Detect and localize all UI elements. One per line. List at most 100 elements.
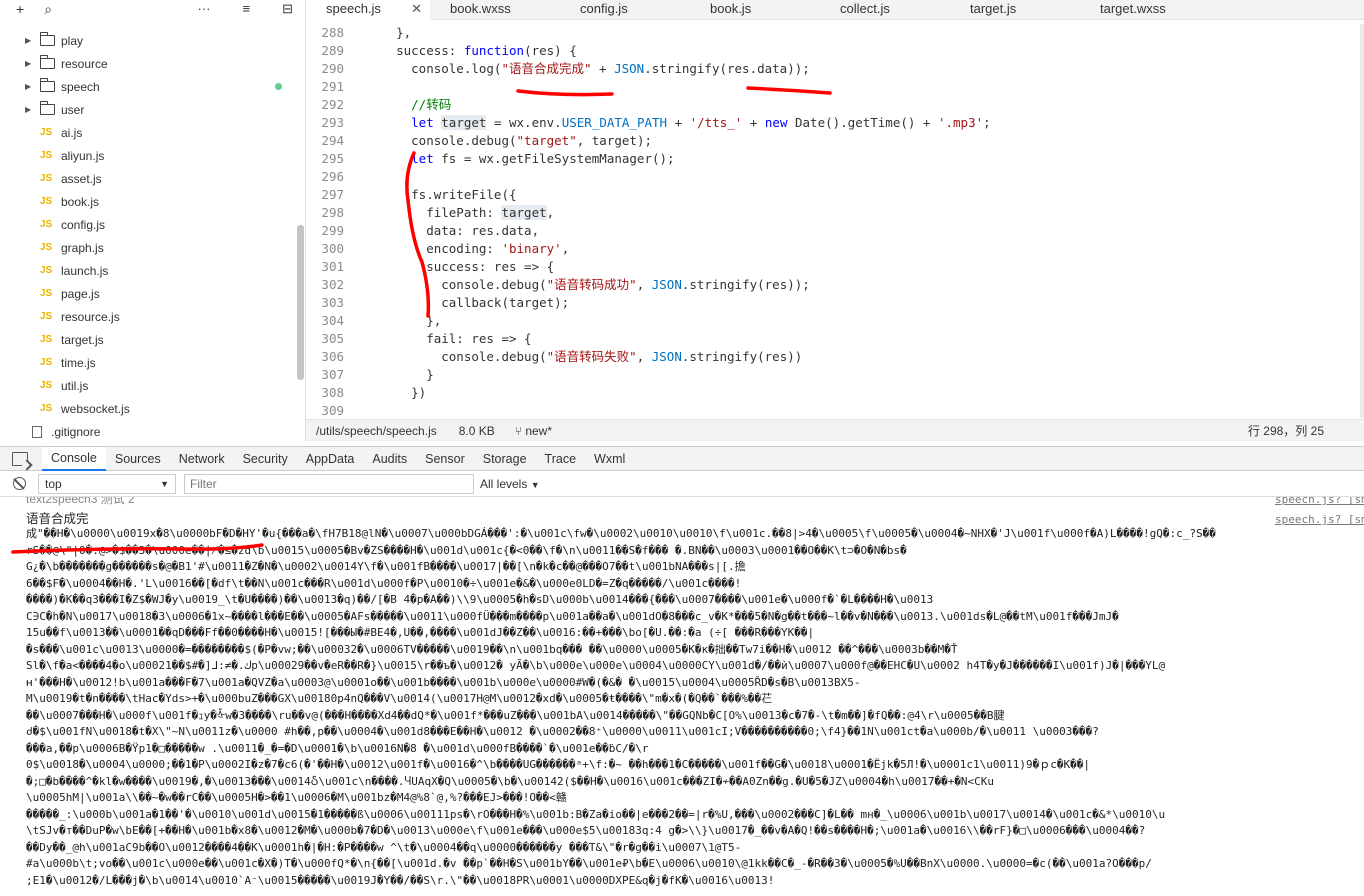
devtools-tab-trace[interactable]: Trace bbox=[536, 447, 586, 471]
code-text: fs.writeFile({ bbox=[366, 187, 517, 202]
file-tree: ▶ play ▶ resource ▶ speech ▶ user JS ai.js JS aliyu… bbox=[0, 29, 296, 441]
file-tree-item[interactable]: JS resource.js bbox=[0, 305, 296, 328]
console-output-line: ძ�$\u001fN\u0018�t�X\"~N\u0011z�\u0000 #… bbox=[26, 725, 1099, 738]
code-line[interactable]: 291 bbox=[306, 78, 1364, 96]
editor-tab[interactable]: target.js bbox=[950, 0, 1080, 20]
editor-tab[interactable]: target.wxss bbox=[1080, 0, 1210, 20]
status-branch[interactable]: ⑂ new* bbox=[515, 424, 552, 438]
code-line[interactable]: 305 fail: res => { bbox=[306, 330, 1364, 348]
line-number: 300 bbox=[321, 241, 344, 256]
file-tree-item[interactable]: ▶ play bbox=[0, 29, 296, 52]
code-text: console.log("语音合成完成" + JSON.stringify(re… bbox=[366, 61, 810, 76]
editor-tab[interactable]: config.js bbox=[560, 0, 690, 20]
code-line[interactable]: 288 }, bbox=[306, 24, 1364, 42]
file-tree-item[interactable]: JS util.js bbox=[0, 374, 296, 397]
file-tree-item[interactable]: ▶ resource bbox=[0, 52, 296, 75]
sort-icon[interactable]: ≡ bbox=[243, 0, 251, 18]
chevron-right-icon[interactable]: ▶ bbox=[25, 105, 37, 114]
editor-tab-label: speech.js bbox=[326, 1, 381, 16]
devtools-tab-wxml[interactable]: Wxml bbox=[585, 447, 634, 471]
code-text: fail: res => { bbox=[366, 331, 532, 346]
code-line[interactable]: 306 console.debug("语音转码失败", JSON.stringi… bbox=[306, 348, 1364, 366]
code-line[interactable]: 290 console.log("语音合成完成" + JSON.stringif… bbox=[306, 60, 1364, 78]
code-line[interactable]: 308 }) bbox=[306, 384, 1364, 402]
file-tree-item-label: user bbox=[61, 102, 85, 117]
search-icon[interactable]: ⌕ bbox=[44, 0, 52, 18]
devtools-tab-audits[interactable]: Audits bbox=[363, 447, 416, 471]
code-line[interactable]: 303 callback(target); bbox=[306, 294, 1364, 312]
devtools-tab-network[interactable]: Network bbox=[170, 447, 234, 471]
more-icon[interactable]: ··· bbox=[198, 0, 211, 18]
file-tree-item[interactable]: JS aliyun.js bbox=[0, 144, 296, 167]
file-tree-item-label: util.js bbox=[61, 378, 89, 393]
code-line[interactable]: 289 success: function(res) { bbox=[306, 42, 1364, 60]
file-tree-item[interactable]: JS graph.js bbox=[0, 236, 296, 259]
close-icon[interactable]: ✕ bbox=[411, 0, 422, 18]
chevron-right-icon[interactable]: ▶ bbox=[25, 36, 37, 45]
explorer-scrollbar[interactable] bbox=[297, 225, 304, 380]
log-levels-select[interactable]: All levels ▼ bbox=[480, 477, 540, 491]
code-line[interactable]: 294 console.debug("target", target); bbox=[306, 132, 1364, 150]
editor-tab[interactable]: book.wxss bbox=[430, 0, 560, 20]
console-source-link[interactable]: speech.js? [sm] bbox=[1275, 513, 1364, 526]
editor-tab[interactable]: collect.js bbox=[820, 0, 950, 20]
console-output[interactable]: text2speech3 测试 2 speech.js? [sm] 语音合成完 … bbox=[0, 497, 1364, 896]
line-number: 294 bbox=[321, 133, 344, 148]
file-tree-item[interactable]: JS launch.js bbox=[0, 259, 296, 282]
code-line[interactable]: 295 let fs = wx.getFileSystemManager(); bbox=[306, 150, 1364, 168]
devtools-tab-sources[interactable]: Sources bbox=[106, 447, 170, 471]
file-tree-item[interactable]: JS book.js bbox=[0, 190, 296, 213]
code-line[interactable]: 297 fs.writeFile({ bbox=[306, 186, 1364, 204]
add-icon[interactable]: + bbox=[16, 0, 24, 18]
code-line[interactable]: 309 bbox=[306, 402, 1364, 418]
code-area[interactable]: 288 }, 289 success: function(res) {290 co… bbox=[306, 24, 1364, 418]
file-tree-item[interactable]: ▶ speech bbox=[0, 75, 296, 98]
console-message-previous: text2speech3 测试 2 bbox=[26, 497, 135, 506]
console-output-line: #a\u000b\t;vo��\u001c\u000e��\u001c�X�)T… bbox=[26, 857, 1152, 870]
code-line[interactable]: 296 bbox=[306, 168, 1364, 186]
devtools-tab-storage[interactable]: Storage bbox=[474, 447, 536, 471]
code-line[interactable]: 292 //转码 bbox=[306, 96, 1364, 114]
clear-console-icon[interactable] bbox=[13, 477, 26, 490]
chevron-right-icon[interactable]: ▶ bbox=[25, 82, 37, 91]
devtools-tab-sensor[interactable]: Sensor bbox=[416, 447, 474, 471]
console-source-link-previous[interactable]: speech.js? [sm] bbox=[1275, 497, 1364, 506]
code-line[interactable]: 298 filePath: target, bbox=[306, 204, 1364, 222]
code-text: }, bbox=[366, 25, 412, 40]
context-select[interactable]: top ▼ bbox=[38, 473, 176, 494]
code-text: console.debug("target", target); bbox=[366, 133, 652, 148]
code-line[interactable]: 300 encoding: 'binary', bbox=[306, 240, 1364, 258]
inspect-icon[interactable] bbox=[12, 451, 28, 466]
console-filter-input[interactable] bbox=[184, 473, 474, 494]
devtools-tab-appdata[interactable]: AppData bbox=[297, 447, 364, 471]
line-number: 306 bbox=[321, 349, 344, 364]
code-line[interactable]: 293 let target = wx.env.USER_DATA_PATH +… bbox=[306, 114, 1364, 132]
console-output-line: Sl�\f�a<����4�o\u00021��$#�]ᒧ:≠�.ﻙ‌p\u00… bbox=[26, 659, 1166, 672]
file-tree-item[interactable]: JS asset.js bbox=[0, 167, 296, 190]
file-tree-item[interactable]: JS target.js bbox=[0, 328, 296, 351]
code-line[interactable]: 304 }, bbox=[306, 312, 1364, 330]
editor-tab[interactable]: speech.js ✕ bbox=[306, 0, 430, 20]
collapse-icon[interactable]: ⊟ bbox=[282, 0, 293, 18]
editor-scrollbar[interactable] bbox=[1360, 24, 1364, 418]
file-tree-item[interactable]: .gitignore bbox=[0, 420, 296, 441]
file-tree-item-label: speech bbox=[61, 79, 100, 94]
devtools-tab-security[interactable]: Security bbox=[234, 447, 297, 471]
file-tree-item[interactable]: JS time.js bbox=[0, 351, 296, 374]
console-output-line: ʜ'���H�\u0012!b\u001a���F�7\u001a�QVZ�a\… bbox=[26, 675, 861, 689]
editor-tab[interactable]: book.js bbox=[690, 0, 820, 20]
code-line[interactable]: 307 } bbox=[306, 366, 1364, 384]
file-tree-item[interactable]: JS ai.js bbox=[0, 121, 296, 144]
devtools-tab-console[interactable]: Console bbox=[42, 446, 106, 471]
code-line[interactable]: 301 success: res => { bbox=[306, 258, 1364, 276]
status-cursor-position[interactable]: 行 298，列 25 bbox=[1248, 422, 1324, 439]
file-tree-item[interactable]: ▶ user bbox=[0, 98, 296, 121]
code-line[interactable]: 302 console.debug("语音转码成功", JSON.stringi… bbox=[306, 276, 1364, 294]
file-tree-item[interactable]: JS config.js bbox=[0, 213, 296, 236]
code-line[interactable]: 299 data: res.data, bbox=[306, 222, 1364, 240]
file-tree-item[interactable]: JS page.js bbox=[0, 282, 296, 305]
file-tree-item[interactable]: JS websocket.js bbox=[0, 397, 296, 420]
chevron-right-icon[interactable]: ▶ bbox=[25, 59, 37, 68]
